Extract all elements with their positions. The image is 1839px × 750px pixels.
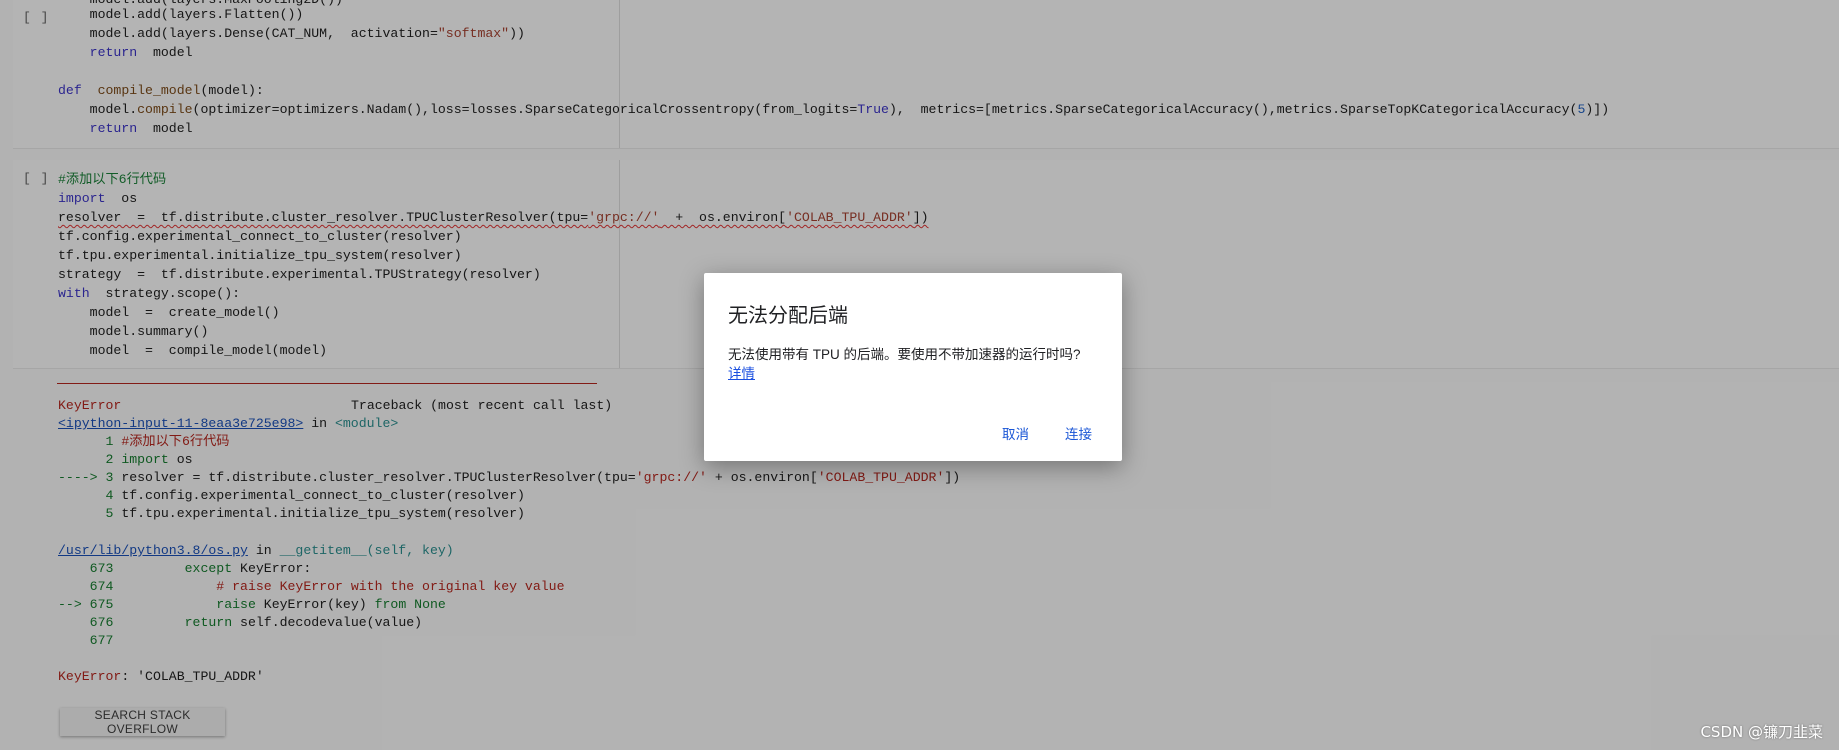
cancel-button[interactable]: 取消 (1002, 423, 1029, 443)
watermark: CSDN @镰刀韭菜 (1700, 723, 1823, 741)
dialog-message: 无法使用带有 TPU 的后端。要使用不带加速器的运行时吗? (728, 347, 1081, 362)
dialog-body: 无法使用带有 TPU 的后端。要使用不带加速器的运行时吗? 详情 (728, 345, 1081, 383)
dialog-title: 无法分配后端 (728, 305, 848, 327)
details-link[interactable]: 详情 (728, 366, 755, 381)
backend-error-dialog: 无法分配后端 无法使用带有 TPU 的后端。要使用不带加速器的运行时吗? 详情 … (704, 273, 1122, 461)
connect-button[interactable]: 连接 (1065, 423, 1092, 443)
dialog-actions: 取消 连接 (1002, 423, 1092, 443)
notebook-page: [ ] model.add(layers.MaxPooling2D()) mod… (0, 0, 1839, 750)
